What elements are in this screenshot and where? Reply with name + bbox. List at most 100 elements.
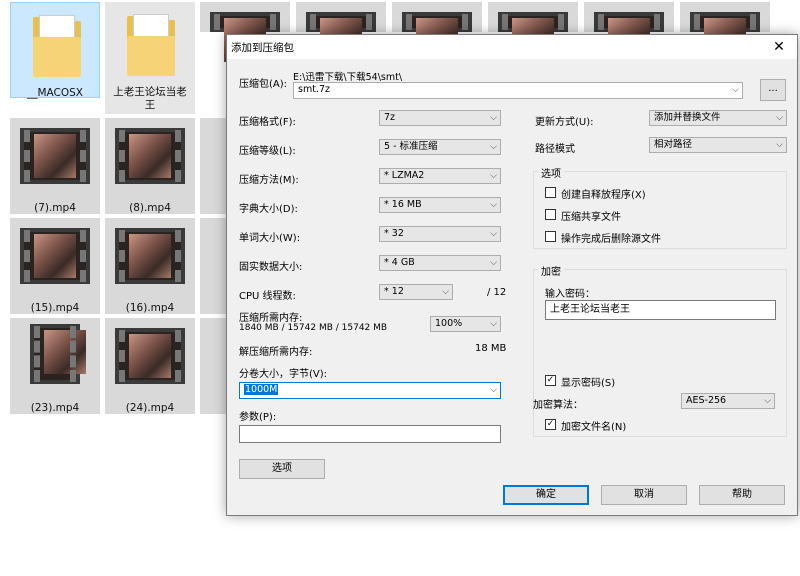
video-thumbnail [306,12,376,62]
method-label: 压缩方法(M): [239,175,299,186]
video-item[interactable] [200,318,226,414]
word-label: 单词大小(W): [239,233,301,244]
video-item[interactable]: (23).mp4 [10,318,100,414]
video-item[interactable] [488,2,578,62]
dict-select[interactable]: * 16 MB ⌵ [379,197,501,213]
add-to-archive-dialog: 添加到压缩包 ✕ 压缩包(A): E:\迅雷下载\下载54\smt\ smt.7… [226,34,798,516]
ok-button[interactable]: 确定 [503,485,589,505]
video-item[interactable] [200,218,226,314]
help-button[interactable]: 帮助 [699,485,785,505]
enc-method-label: 加密算法： [533,400,583,411]
encryption-group-title: 加密 [538,263,564,278]
video-thumbnail [115,128,185,184]
video-item[interactable] [680,2,770,62]
file-label: (7).mp4 [34,202,76,214]
chevron-down-icon: ⌵ [490,200,497,210]
video-item[interactable]: (16).mp4 [105,218,195,314]
video-item[interactable] [296,2,386,62]
sfx-label: 创建自释放程序(X) [561,190,646,201]
chevron-down-icon: ⌵ [490,113,497,123]
file-label: 上老王论坛当老王 [113,86,187,111]
video-thumbnail [115,228,185,284]
cancel-button[interactable]: 取消 [601,485,687,505]
folder-icon [127,14,175,80]
options-button[interactable]: 选项 [239,459,325,479]
file-label: (24).mp4 [125,402,175,414]
threads-label: CPU 线程数: [239,291,296,302]
folder-item[interactable]: __MACOSX [10,2,100,99]
params-label: 参数(P): [239,412,277,423]
update-select[interactable]: 添加并替换文件 ⌵ [649,110,787,126]
split-label: 分卷大小，字节(V): [239,369,328,380]
browse-button[interactable]: ... [760,79,786,101]
close-icon[interactable]: ✕ [761,35,797,59]
word-select[interactable]: * 32 ⌵ [379,226,501,242]
file-label: __MACOSX [26,87,83,99]
threads-value: * 12 [384,286,404,297]
chevron-down-icon: ⌵ [490,385,497,395]
dialog-title: 添加到压缩包 [231,42,294,54]
video-thumbnail [594,12,664,62]
video-item[interactable]: (8).mp4 [105,118,195,214]
split-combo[interactable]: 1000M ⌵ [239,382,501,399]
archive-name-value: smt.7z [298,84,330,95]
path-mode-select[interactable]: 相对路径 ⌵ [649,137,787,153]
shared-checkbox[interactable] [545,209,556,220]
decomp-value: 18 MB [475,343,507,354]
video-thumbnail [20,128,90,184]
file-label: (23).mp4 [30,402,80,414]
mem-detail: 1840 MB / 15742 MB / 15742 MB [239,323,388,333]
level-label: 压缩等级(L): [239,146,296,157]
password-label: 输入密码： [545,289,595,300]
level-value: 5 - 标准压缩 [384,141,438,152]
enc-method-value: AES-256 [686,395,727,406]
chevron-down-icon: ⌵ [732,85,739,95]
update-label: 更新方式(U): [535,117,594,128]
video-thumbnail [498,12,568,62]
archive-label: 压缩包(A): [239,79,288,90]
solid-value: * 4 GB [384,257,415,268]
video-item[interactable] [200,118,226,214]
sfx-checkbox[interactable] [545,187,556,198]
path-mode-value: 相对路径 [654,139,693,150]
decomp-label: 解压缩所需内存: [239,347,313,358]
archive-name-combo[interactable]: smt.7z ⌵ [293,82,743,99]
params-input[interactable] [239,425,501,443]
archive-path: E:\迅雷下载\下载54\smt\ [293,72,403,83]
level-select[interactable]: 5 - 标准压缩 ⌵ [379,139,501,155]
video-item[interactable]: (15).mp4 [10,218,100,314]
show-password-checkbox[interactable]: ✓ [545,375,556,386]
dialog-titlebar: 添加到压缩包 ✕ [227,35,797,59]
solid-label: 固实数据大小: [239,262,303,273]
video-thumbnail [210,12,280,62]
format-select[interactable]: 7z ⌵ [379,110,501,126]
word-value: * 32 [384,228,404,239]
password-input[interactable]: 上老王论坛当老王 [545,300,776,320]
chevron-down-icon: ⌵ [490,319,497,329]
chevron-down-icon: ⌵ [490,142,497,152]
encrypt-names-checkbox[interactable]: ✓ [545,419,556,430]
file-label: (16).mp4 [125,302,175,314]
video-item[interactable] [584,2,674,62]
show-password-label: 显示密码(S) [561,378,616,389]
video-thumbnail [115,328,185,384]
video-item[interactable] [392,2,482,62]
solid-select[interactable]: * 4 GB ⌵ [379,255,501,271]
video-item[interactable]: (24).mp4 [105,318,195,414]
threads-select[interactable]: * 12 ⌵ [379,284,453,300]
dict-value: * 16 MB [384,199,422,210]
chevron-down-icon: ⌵ [764,396,771,406]
mem-percent-value: 100% [435,318,463,329]
folder-item[interactable]: 上老王论坛当老王 [105,2,195,114]
mem-percent-select[interactable]: 100% ⌵ [430,316,501,332]
video-item[interactable] [200,2,290,62]
video-item[interactable]: (7).mp4 [10,118,100,214]
path-mode-label: 路径模式 [535,144,575,155]
chevron-down-icon: ⌵ [490,229,497,239]
enc-method-select[interactable]: AES-256 ⌵ [681,393,775,409]
method-select[interactable]: * LZMA2 ⌵ [379,168,501,184]
format-label: 压缩格式(F): [239,117,296,128]
delete-after-checkbox[interactable] [545,231,556,242]
chevron-down-icon: ⌵ [490,258,497,268]
encrypt-names-label: 加密文件名(N) [561,422,627,433]
